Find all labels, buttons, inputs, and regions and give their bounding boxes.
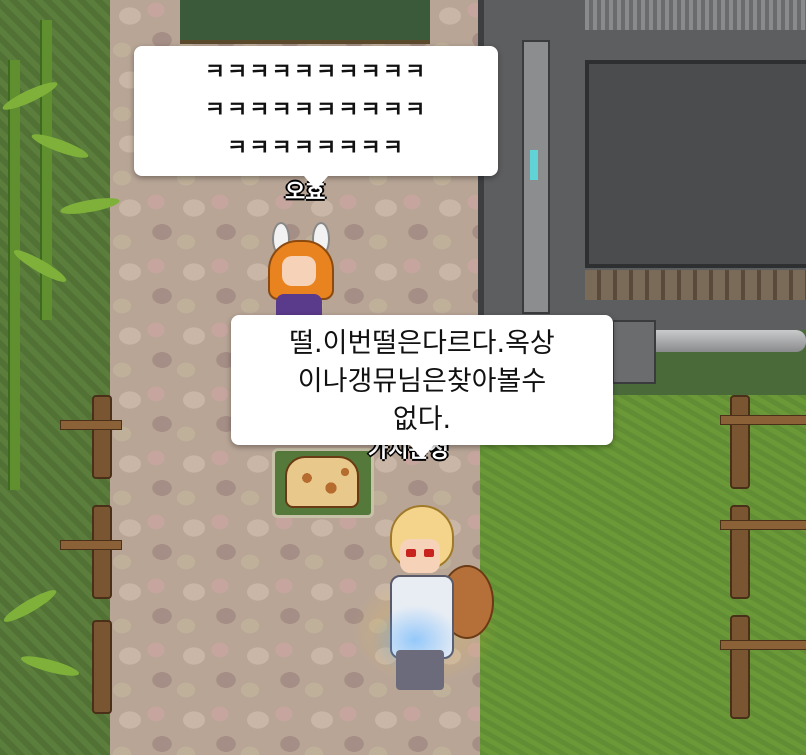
fence-post (730, 615, 750, 719)
character-face (282, 256, 316, 286)
building-interior (585, 60, 806, 268)
fence-rail (60, 420, 122, 430)
speech-line: 떨.이번떨은다르다.옥상 (289, 328, 555, 359)
grass-right-area[interactable] (480, 395, 806, 755)
giraffe-pet-icon[interactable] (285, 456, 359, 508)
fence-post (92, 395, 112, 479)
speech-line: 없다. (392, 404, 452, 435)
tree-canopy (180, 0, 430, 44)
fence-rail (720, 415, 806, 425)
fence-rail (60, 540, 122, 550)
speech-line: ㅋㅋㅋㅋㅋㅋㅋㅋㅋㅋ (204, 60, 428, 85)
speech-line: ㅋㅋㅋㅋㅋㅋㅋㅋ (227, 136, 405, 161)
speech-bubble-bottom: 떨.이번떨은다르다.옥상 이나갱뮤님은찾아볼수 없다. (231, 315, 613, 459)
speech-line: ㅋㅋㅋㅋㅋㅋㅋㅋㅋㅋ (204, 98, 428, 123)
building-roof (585, 0, 806, 30)
player-eye (406, 549, 416, 557)
player-character-icon[interactable] (350, 505, 500, 695)
player-eye (424, 549, 434, 557)
fence-rail (720, 520, 806, 530)
fence-post (730, 395, 750, 489)
door-light (530, 150, 538, 180)
fence-post (92, 620, 112, 714)
player-legs (396, 650, 444, 690)
speech-line: 이나갱뮤님은찾아볼수 (297, 366, 547, 397)
fence-rail (720, 640, 806, 650)
game-scene: 오효 가시관정 ㅋㅋㅋㅋㅋㅋㅋㅋㅋㅋ ㅋㅋㅋㅋㅋㅋㅋㅋㅋㅋ ㅋㅋㅋㅋㅋㅋㅋㅋ 떨… (0, 0, 806, 755)
fence-post (92, 505, 112, 599)
speech-bubble-top: ㅋㅋㅋㅋㅋㅋㅋㅋㅋㅋ ㅋㅋㅋㅋㅋㅋㅋㅋㅋㅋ ㅋㅋㅋㅋㅋㅋㅋㅋ (134, 46, 498, 190)
bamboo-stalk (8, 60, 20, 490)
pipe-junction (612, 320, 656, 384)
building-railing (585, 270, 806, 300)
